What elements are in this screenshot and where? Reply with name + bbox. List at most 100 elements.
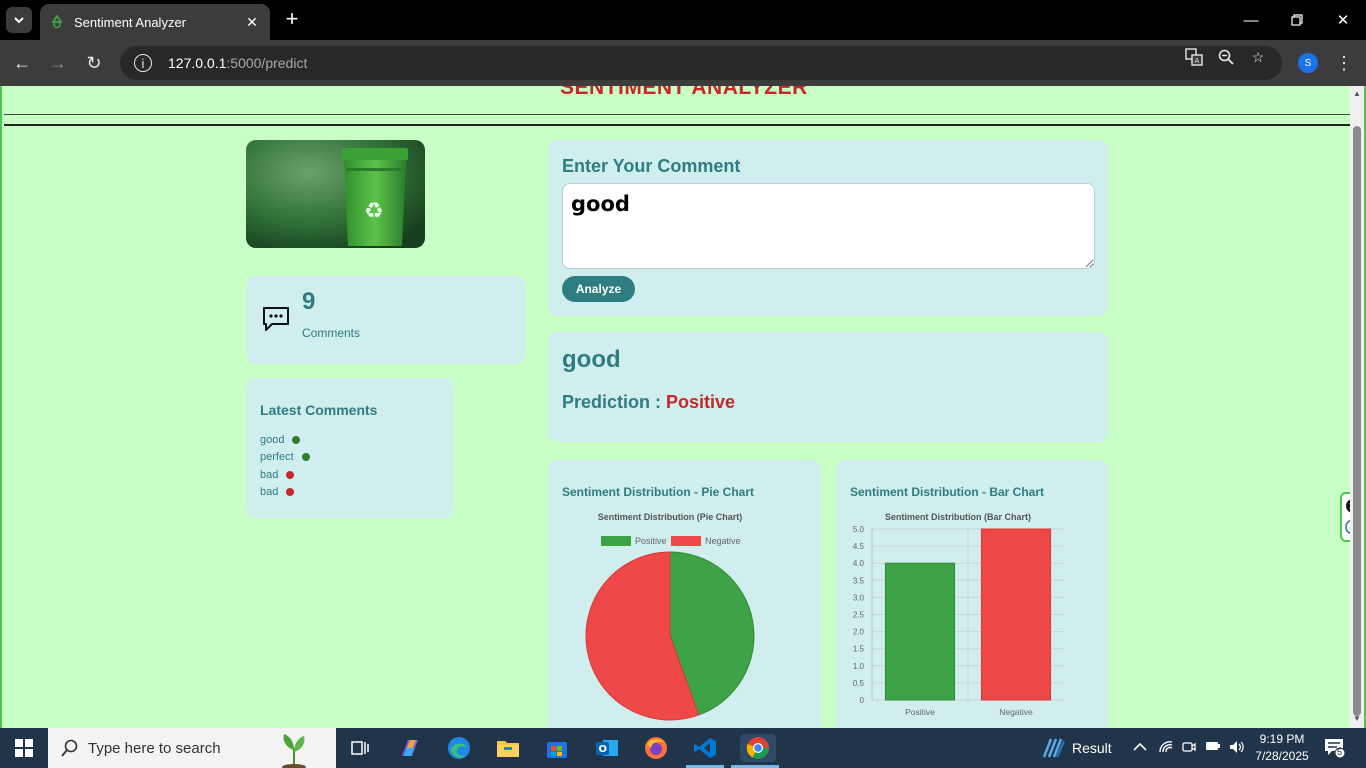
translate-icon[interactable]: A <box>1184 47 1204 67</box>
y-tick-label: 1.0 <box>853 662 865 671</box>
comment-count-value: 9 <box>302 288 316 315</box>
latest-comment-item: bad <box>260 466 310 484</box>
weather-label[interactable]: Result <box>1072 740 1112 756</box>
y-tick-label: 4.0 <box>853 559 865 568</box>
scroll-up-arrow[interactable]: ▲ <box>1352 89 1362 99</box>
edge-browser-icon[interactable] <box>445 734 473 762</box>
y-tick-label: 4.5 <box>853 542 865 551</box>
address-bar[interactable]: i 127.0.0.1:5000/predict <box>120 46 1282 80</box>
url-text[interactable]: 127.0.0.1:5000/predict <box>168 55 307 71</box>
input-title: Enter Your Comment <box>562 156 741 176</box>
start-button[interactable] <box>0 728 48 768</box>
bookmark-star-icon[interactable]: ☆ <box>1248 47 1268 67</box>
site-info-icon[interactable]: i <box>134 54 152 72</box>
legend-swatch <box>601 536 631 546</box>
page-viewport: SENTIMENT ANALYZER ♻ 9 Comments Latest C… <box>0 86 1366 728</box>
sentiment-dot <box>292 435 301 444</box>
notification-count: 5 <box>1337 747 1343 757</box>
firefox-icon[interactable] <box>642 734 670 762</box>
tab-search-button[interactable] <box>6 7 32 33</box>
chat-bubble-icon <box>263 307 289 331</box>
windows-logo-icon <box>15 739 33 757</box>
pie-chart-card: Sentiment Distribution - Pie Chart Senti… <box>548 460 821 728</box>
bar-negative <box>980 528 1052 701</box>
comment-textarea[interactable]: good <box>562 183 1095 269</box>
tab-title: Sentiment Analyzer <box>74 14 187 30</box>
y-tick-label: 2.5 <box>853 611 865 620</box>
divider <box>4 114 1352 115</box>
bar-chart-card: Sentiment Distribution - Bar Chart Senti… <box>836 460 1108 728</box>
latest-comments-card: Latest Comments good perfect bad bad <box>246 378 454 518</box>
battery-icon[interactable] <box>1205 740 1221 755</box>
latest-comment-text: bad <box>260 486 279 499</box>
browser-tab-active[interactable]: Sentiment Analyzer ✕ <box>40 4 270 40</box>
new-tab-button[interactable]: + <box>281 8 303 30</box>
bar-chart-title: Sentiment Distribution (Bar Chart) <box>885 512 1031 522</box>
analyze-button[interactable]: Analyze <box>562 276 635 302</box>
x-tick-label: Negative <box>999 707 1033 717</box>
svg-text:O: O <box>599 744 608 755</box>
svg-text:♻: ♻ <box>364 199 384 224</box>
plant-decoration-icon <box>282 734 306 768</box>
sentiment-dot <box>301 453 310 462</box>
notifications-icon[interactable] <box>1324 738 1346 761</box>
minimize-button[interactable]: — <box>1228 0 1274 40</box>
browser-toolbar: ← → ↻ i 127.0.0.1:5000/predict A ☆ S ⋮ <box>0 40 1366 86</box>
y-tick-label: 3.5 <box>853 576 865 585</box>
taskbar-search[interactable]: Type here to search <box>48 728 336 768</box>
chrome-icon[interactable] <box>740 734 776 762</box>
comment-count-card: 9 Comments <box>246 276 526 364</box>
svg-text:A: A <box>1195 57 1200 65</box>
scroll-down-arrow[interactable]: ▼ <box>1352 714 1362 724</box>
copilot-icon[interactable] <box>396 734 424 762</box>
recycle-favicon-icon <box>51 15 63 29</box>
zoom-icon[interactable] <box>1216 47 1236 67</box>
latest-comment-item: good <box>260 431 310 449</box>
show-hidden-icons-chevron-icon[interactable] <box>1133 740 1147 755</box>
tab-close-icon[interactable]: ✕ <box>244 14 260 30</box>
windows-taskbar: Type here to search O Result 9:19 PM 7/2… <box>0 728 1366 768</box>
latest-comment-text: good <box>260 433 285 446</box>
back-button[interactable]: ← <box>7 48 37 78</box>
chevron-down-icon <box>14 16 24 23</box>
task-view-icon[interactable] <box>346 734 374 762</box>
wifi-icon[interactable] <box>1158 740 1174 757</box>
latest-comment-text: perfect <box>260 451 294 464</box>
recycle-bin-image: ♻ <box>246 140 425 248</box>
scrollbar-thumb[interactable] <box>1353 126 1361 716</box>
y-tick-label: 5.0 <box>853 525 865 534</box>
pie-chart-title: Sentiment Distribution (Pie Chart) <box>598 512 743 522</box>
y-tick-label: 0.5 <box>853 679 865 688</box>
latest-comment-item: perfect <box>260 449 310 467</box>
microsoft-store-icon[interactable] <box>543 734 571 762</box>
restore-button[interactable] <box>1274 0 1320 40</box>
reload-button[interactable]: ↻ <box>79 48 109 78</box>
latest-comment-item: bad <box>260 484 310 502</box>
close-window-button[interactable]: ✕ <box>1320 0 1366 40</box>
file-explorer-icon[interactable] <box>494 734 522 762</box>
outlook-icon[interactable]: O <box>593 734 621 762</box>
weather-icon[interactable] <box>1040 734 1068 762</box>
y-tick-label: 3.0 <box>853 593 865 602</box>
bar-chart: Sentiment Distribution (Bar Chart) 0 0.5 1.… <box>853 512 1064 717</box>
clock-date[interactable]: 7/28/2025 <box>1253 749 1311 763</box>
analyzed-comment: good <box>562 346 621 373</box>
comment-input-card: Enter Your Comment good Analyze <box>548 140 1108 316</box>
y-tick-label: 1.5 <box>853 645 865 654</box>
legend-swatch <box>671 536 701 546</box>
url-path: :5000/predict <box>226 55 308 71</box>
browser-menu-icon[interactable]: ⋮ <box>1334 52 1354 74</box>
page-scrollbar[interactable]: ▲ ▼ <box>1350 86 1364 728</box>
forward-button[interactable]: → <box>43 48 73 78</box>
clock-time[interactable]: 9:19 PM <box>1257 732 1307 746</box>
search-placeholder: Type here to search <box>88 739 221 757</box>
comment-count-label: Comments <box>302 326 361 340</box>
meet-now-icon[interactable] <box>1182 740 1196 757</box>
profile-avatar[interactable]: S <box>1298 53 1318 73</box>
sentiment-dot <box>286 488 295 497</box>
pie-chart: Sentiment Distribution (Pie Chart) Positi… <box>585 512 755 721</box>
volume-icon[interactable] <box>1229 740 1245 757</box>
prediction-value: Positive <box>666 392 736 412</box>
restore-icon <box>1291 14 1303 26</box>
vscode-icon[interactable] <box>691 734 719 762</box>
